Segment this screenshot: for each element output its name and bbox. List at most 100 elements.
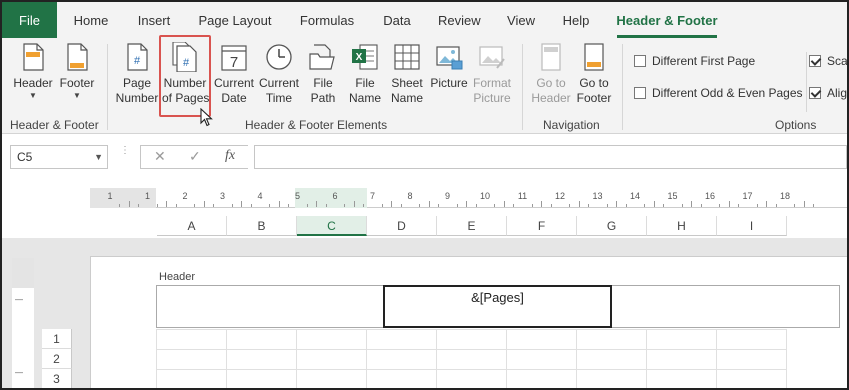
go-to-header-icon	[541, 43, 561, 71]
header-button[interactable]: Header ▼	[11, 42, 55, 101]
enter-icon[interactable]: ✓	[189, 148, 201, 165]
ruler-number: 15	[667, 191, 678, 201]
header-center-section[interactable]: &[Pages]	[383, 285, 612, 328]
ruler-tick	[400, 204, 402, 207]
file-name-label-1: File	[355, 76, 375, 90]
different-odd-even-label: Different Odd & Even Pages	[652, 86, 803, 100]
column-header-c[interactable]: C	[297, 216, 367, 236]
file-name-button[interactable]: X File Name	[346, 42, 384, 106]
chevron-down-icon[interactable]: ▼	[94, 146, 103, 168]
column-header-a[interactable]: A	[157, 216, 227, 236]
footer-button[interactable]: Footer ▼	[57, 42, 97, 101]
column-header-h[interactable]: H	[647, 216, 717, 236]
vertical-ruler[interactable]: — —	[12, 258, 34, 388]
group-label-header-footer: Header & Footer	[10, 118, 99, 132]
ruler-number: 18	[779, 191, 790, 201]
ruler-tick	[156, 204, 158, 207]
go-to-footer-button[interactable]: Go to Footer	[573, 42, 615, 106]
ruler-tick	[625, 204, 627, 207]
group-separator	[522, 44, 523, 130]
column-header-g[interactable]: G	[577, 216, 647, 236]
ruler-tick	[250, 204, 252, 207]
format-picture-label-1: Format	[472, 76, 511, 90]
column-header-f[interactable]: F	[507, 216, 577, 236]
tab-page-layout[interactable]: Page Layout	[198, 2, 272, 38]
ruler-tick	[166, 201, 168, 207]
insert-function-icon[interactable]: fx	[225, 148, 235, 164]
different-odd-even-option[interactable]: Different Odd & Even Pages	[634, 86, 803, 100]
tab-header-footer[interactable]: Header & Footer	[615, 2, 719, 38]
formula-bar-row: C5 ▼ ⋮ ✕ ✓ fx	[2, 134, 847, 180]
row-header-2[interactable]: 2	[42, 349, 72, 369]
tab-file[interactable]: File	[2, 2, 57, 38]
scale-with-document-option[interactable]: Scal	[809, 54, 849, 68]
file-path-button[interactable]: File Path	[306, 42, 340, 106]
vertical-ruler-mark: —	[15, 368, 23, 377]
ruler-tick	[316, 201, 318, 207]
ruler-tick	[306, 204, 308, 207]
ruler-tick	[128, 201, 130, 207]
align-with-margins-option[interactable]: Alig	[809, 86, 847, 100]
tab-view[interactable]: View	[506, 2, 536, 38]
formula-bar-grip-icon[interactable]: ⋮	[120, 146, 130, 164]
page-number-button[interactable]: # Page Number	[115, 42, 159, 106]
footer-icon	[67, 43, 88, 71]
row-header-3[interactable]: 3	[42, 369, 72, 388]
ruler-tick	[606, 204, 608, 207]
ruler-tick	[278, 201, 280, 207]
format-picture-label-2: Picture	[473, 91, 511, 105]
sheet-name-button[interactable]: Sheet Name	[388, 42, 426, 106]
current-time-button[interactable]: Current Time	[257, 42, 301, 106]
column-header-b[interactable]: B	[227, 216, 297, 236]
tab-review[interactable]: Review	[438, 2, 481, 38]
ruler-tick	[569, 204, 571, 207]
current-time-label-1: Current	[258, 76, 299, 90]
ruler-tick	[466, 201, 468, 207]
group-separator	[107, 44, 108, 130]
tab-help[interactable]: Help	[561, 2, 591, 38]
grid-line	[786, 329, 787, 388]
cancel-icon[interactable]: ✕	[154, 148, 166, 165]
ruler-tick	[241, 201, 243, 207]
picture-button[interactable]: Picture	[428, 42, 470, 91]
tab-home[interactable]: Home	[73, 2, 109, 38]
column-header-i[interactable]: I	[717, 216, 787, 236]
column-header-d[interactable]: D	[367, 216, 437, 236]
grid-line	[156, 329, 157, 388]
ruler-tick	[363, 204, 365, 207]
ruler-tick	[653, 201, 655, 207]
different-first-page-option[interactable]: Different First Page	[634, 54, 755, 68]
row-header-1[interactable]: 1	[42, 329, 72, 349]
column-header-e[interactable]: E	[437, 216, 507, 236]
file-name-label-2: Name	[348, 91, 381, 105]
ruler-tick	[381, 204, 383, 207]
ruler-number: 16	[704, 191, 715, 201]
different-odd-even-checkbox[interactable]	[634, 87, 646, 99]
ruler-tick	[456, 204, 458, 207]
ruler-number: 7	[369, 191, 375, 201]
formula-input[interactable]	[254, 145, 847, 169]
scale-with-document-label: Scal	[827, 54, 849, 68]
grid-line	[436, 329, 437, 388]
different-first-page-checkbox[interactable]	[634, 55, 646, 67]
current-date-button[interactable]: 7 Current Date	[212, 42, 256, 106]
name-box[interactable]: C5 ▼	[10, 145, 108, 169]
align-with-margins-checkbox[interactable]	[809, 87, 821, 99]
hash-glyph: #	[134, 55, 141, 67]
chevron-down-icon: ▼	[73, 91, 81, 100]
picture-icon	[436, 46, 463, 70]
scale-with-document-checkbox[interactable]	[809, 55, 821, 67]
horizontal-ruler[interactable]: 1 1 2 3 4 5 6 7 8 9 10 11 12 13 14 15 16 17 18	[90, 188, 847, 208]
column-headers: ABCDEFGHI	[157, 216, 847, 236]
header-button-label: Header	[13, 76, 53, 90]
ruler-number: 9	[444, 191, 450, 201]
tab-insert[interactable]: Insert	[136, 2, 172, 38]
tab-formulas[interactable]: Formulas	[299, 2, 355, 38]
format-picture-button[interactable]: Format Picture	[470, 42, 514, 106]
tab-data[interactable]: Data	[382, 2, 412, 38]
ruler-tick	[428, 201, 430, 207]
page-number-label-2: Number	[115, 91, 159, 105]
page-number-icon: #	[127, 43, 148, 71]
go-to-header-button[interactable]: Go to Header	[529, 42, 573, 106]
cell-grid[interactable]	[156, 329, 787, 388]
